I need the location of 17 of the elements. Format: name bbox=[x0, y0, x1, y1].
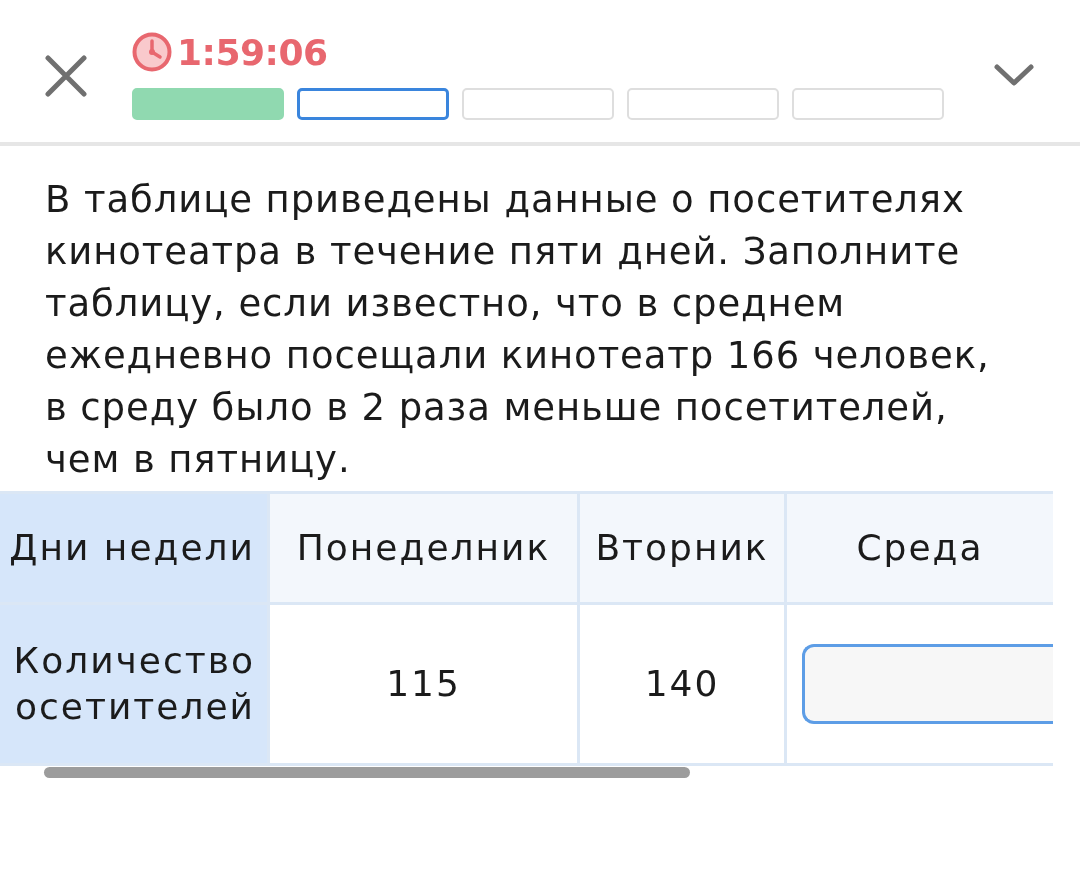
clock-icon bbox=[132, 32, 172, 72]
chevron-down-icon bbox=[994, 64, 1034, 86]
collapse-button[interactable] bbox=[994, 64, 1034, 86]
table-header-cell: Вторник bbox=[580, 494, 784, 602]
close-button[interactable] bbox=[45, 55, 87, 97]
table-header-cell: Среда bbox=[787, 494, 1053, 602]
progress-segment[interactable] bbox=[297, 88, 449, 120]
input-field[interactable] bbox=[802, 644, 1053, 724]
question-text: В таблице приведены данные о посетителях кинотеатра в течение пяти дней. Заполните таблицу, если известно, что в среднем ежедневно посещали кинотеатр 166 человек, в среду было в 2 раза меньше посетителей, чем в пятницу. bbox=[45, 177, 991, 483]
table-header-cell: Количество осетителей bbox=[0, 605, 267, 763]
timer-text: 1:59:06 bbox=[177, 31, 328, 73]
table-cell: 140 bbox=[580, 605, 784, 763]
table-header-cell: Дни недели bbox=[0, 494, 267, 602]
table-cell: 115 bbox=[270, 605, 577, 763]
table-header-cell: Понеделник bbox=[270, 494, 577, 602]
close-icon bbox=[45, 55, 87, 97]
scrollbar[interactable] bbox=[44, 767, 690, 778]
